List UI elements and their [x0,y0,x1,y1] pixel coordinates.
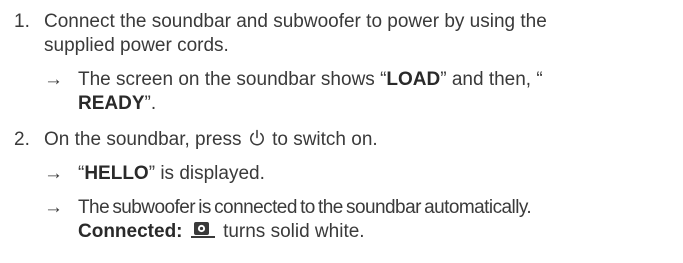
result-text-part: ”. [144,93,157,114]
result-text-part: The screen on the soundbar shows “ [78,69,387,90]
display-message-ready: READY [78,93,145,114]
step-text-line: supplied power cords. [44,35,229,56]
step-text: Connect the soundbar and subwoofer to po… [44,10,676,58]
power-icon [248,129,266,147]
result-text-part: ” is displayed. [148,163,265,184]
step-text-part: On the soundbar, press [44,129,242,150]
result-text: The screen on the soundbar shows “LOAD” … [78,68,676,116]
step-number: 1. [14,11,30,32]
step-text-line: Connect the soundbar and subwoofer to po… [44,11,547,32]
result-text-line: The subwoofer is connected to the soundb… [78,197,532,218]
arrow-icon: → [44,163,63,184]
result-text: The subwoofer is connected to the soundb… [78,196,676,244]
step-text: On the soundbar, press to switch on. [44,128,676,152]
result-text: “HELLO” is displayed. [78,162,676,186]
subwoofer-connection-icon [190,221,216,239]
arrow-icon: → [44,69,63,90]
result-text-part: turns solid white. [223,221,365,242]
step-text-part: to switch on. [272,129,378,150]
step-number: 2. [14,129,30,150]
display-message-load: LOAD [386,69,441,90]
result-text-part: ” and then, “ [440,69,543,90]
instructions-document: 1. Connect the soundbar and subwoofer to… [0,0,683,263]
connected-label: Connected: [78,221,183,242]
display-message-hello: HELLO [84,163,149,184]
arrow-icon: → [44,197,63,218]
